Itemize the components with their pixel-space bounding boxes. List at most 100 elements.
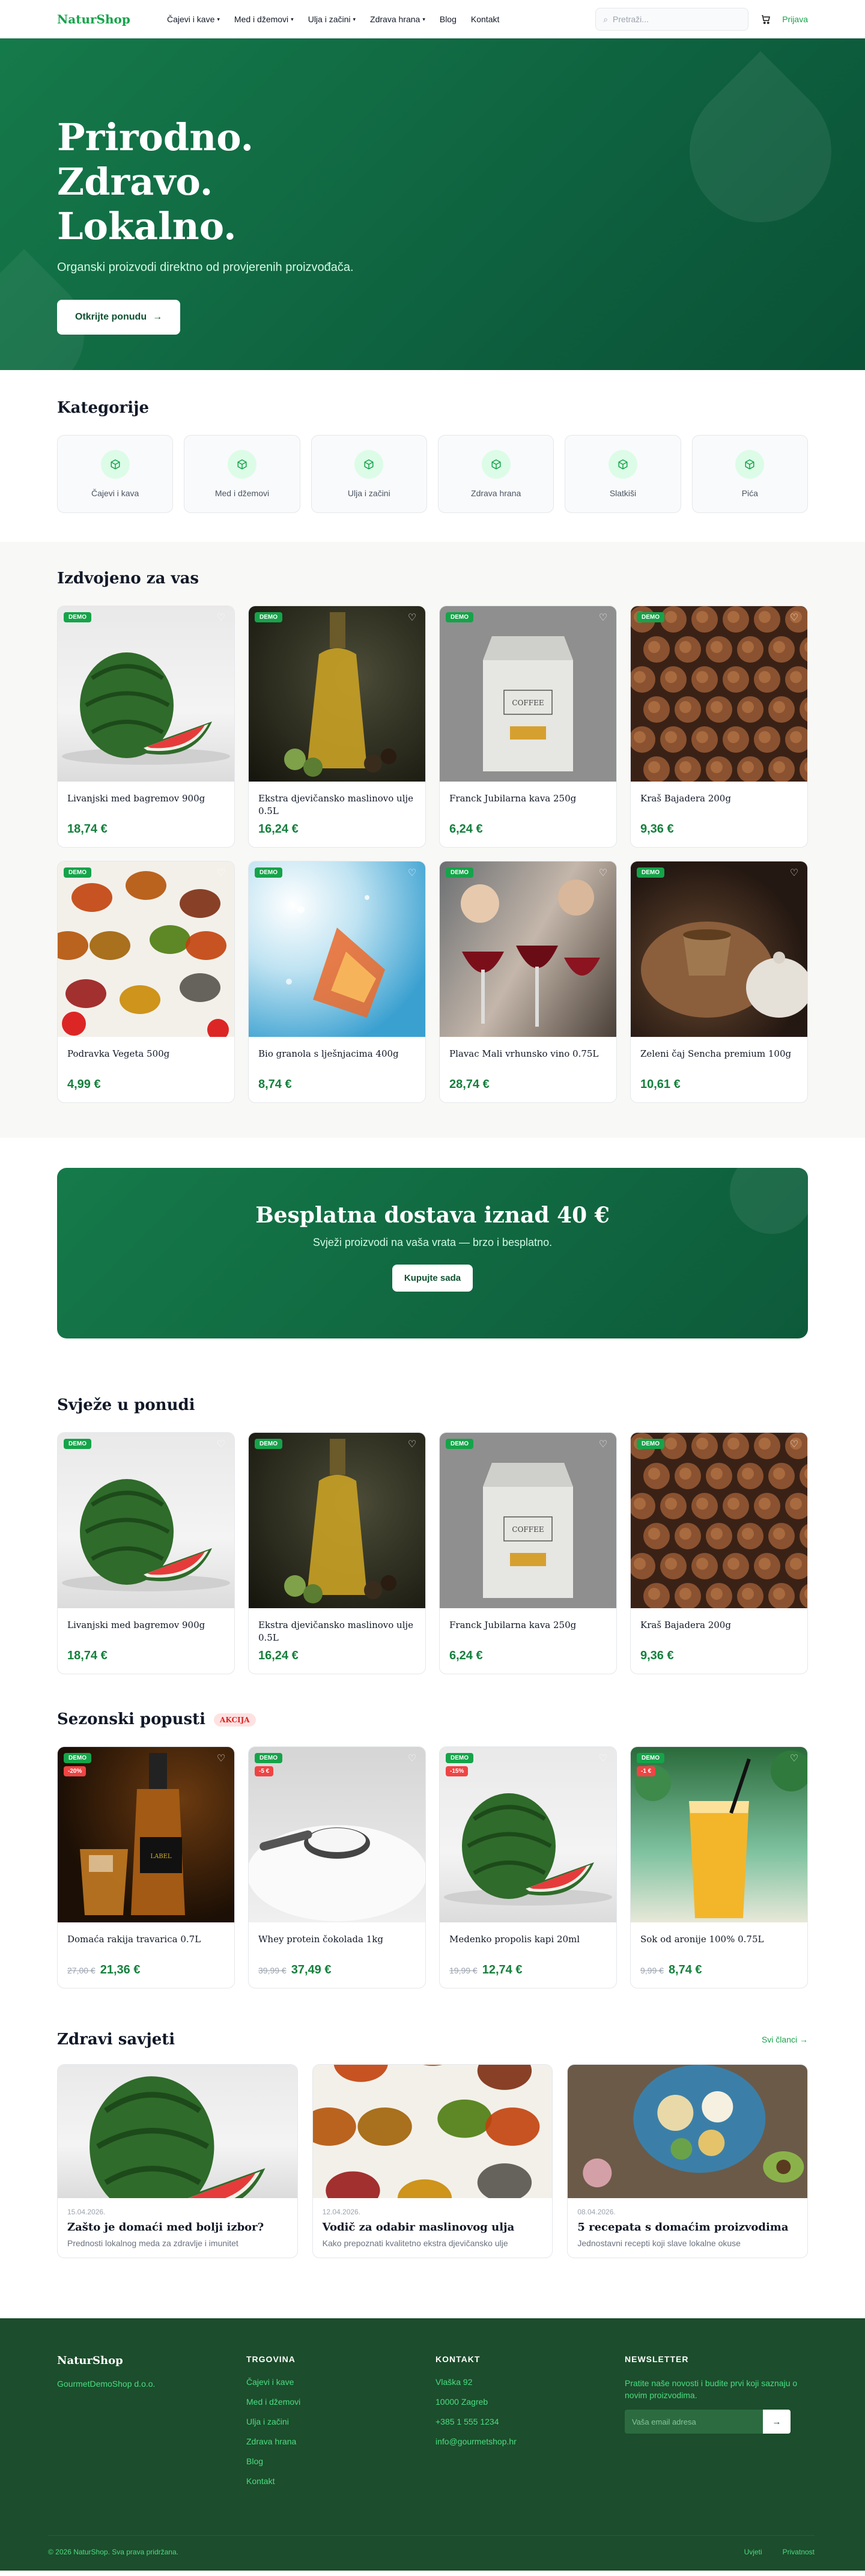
old-price: 9,99 € xyxy=(640,1966,664,1975)
heart-icon[interactable]: ♡ xyxy=(788,612,800,624)
promo-cta-button[interactable]: Kupujte sada xyxy=(392,1265,473,1292)
product-card[interactable]: DEMO ♡ Ekstra djevičansko maslinovo ulje 0… xyxy=(248,606,426,848)
heart-icon[interactable]: ♡ xyxy=(406,867,418,879)
product-card[interactable]: COFFEE DEMO ♡ Franck Jubilarna kava 250g 6,2… xyxy=(439,606,617,848)
footer-company: GourmetDemoShop d.o.o. xyxy=(57,2379,156,2389)
demo-badge: DEMO xyxy=(637,867,664,878)
discount-badge: -5 € xyxy=(255,1766,274,1776)
nav-item[interactable]: Čajevi i kave ▾ xyxy=(167,14,220,24)
cart-icon[interactable] xyxy=(760,14,774,25)
sale-tag: AKCIJA xyxy=(214,1713,256,1727)
heart-icon[interactable]: ♡ xyxy=(406,612,418,624)
box-icon xyxy=(608,450,637,479)
category-card[interactable]: Zdrava hrana xyxy=(437,435,554,513)
category-card[interactable]: Čajevi i kava xyxy=(57,435,174,513)
product-card[interactable]: DEMO ♡ Livanjski med bagremov 900g 18,74 € xyxy=(57,606,235,848)
footer-link[interactable]: Čajevi i kave xyxy=(246,2377,436,2387)
heart-icon[interactable]: ♡ xyxy=(215,867,227,879)
product-card[interactable]: DEMO ♡ Zeleni čaj Sencha premium 100g 10,61… xyxy=(630,861,808,1103)
heart-icon[interactable]: ♡ xyxy=(215,1753,227,1765)
product-image: DEMO ♡ xyxy=(58,861,234,1037)
all-articles-link[interactable]: Svi članci → xyxy=(762,2035,808,2044)
footer-link[interactable]: Kontakt xyxy=(246,2476,436,2486)
product-card[interactable]: DEMO -15% ♡ Medenko propolis kapi 20ml 19,99… xyxy=(439,1746,617,1988)
heart-icon[interactable]: ♡ xyxy=(597,867,609,879)
demo-badge: DEMO xyxy=(637,1439,664,1449)
product-card[interactable]: DEMO ♡ Kraš Bajadera 200g 9,36 € xyxy=(630,606,808,848)
nav-item[interactable]: Zdrava hrana ▾ xyxy=(370,14,425,24)
product-card[interactable]: DEMO -1 € ♡ Sok od aronije 100% 0.75L 9,99 €… xyxy=(630,1746,808,1988)
old-price: 39,99 € xyxy=(258,1966,287,1975)
footer-link[interactable]: Ulja i začini xyxy=(246,2417,436,2426)
product-card[interactable]: DEMO ♡ Podravka Vegeta 500g 4,99 € xyxy=(57,861,235,1103)
heart-icon[interactable]: ♡ xyxy=(597,1753,609,1765)
fresh-section: Svježe u ponudi DEMO ♡ Livanjski med bagre… xyxy=(0,1372,865,1686)
product-card[interactable]: DEMO ♡ Livanjski med bagremov 900g 18,74 € xyxy=(57,1432,235,1674)
product-price: 28,74 € xyxy=(449,1078,607,1092)
product-image: DEMO -5 € ♡ xyxy=(249,1747,425,1922)
product-name: Whey protein čokolada 1kg xyxy=(258,1934,383,1945)
section-title-text: Sezonski popusti xyxy=(57,1710,206,1728)
hero-cta-button[interactable]: Otkrijte ponudu → xyxy=(57,300,181,335)
product-card[interactable]: LABEL DEMO -20% ♡ Domaća rakija travarica 0.… xyxy=(57,1746,235,1988)
newsletter-email-input[interactable]: Vaša email adresa xyxy=(625,2410,763,2434)
heart-icon[interactable]: ♡ xyxy=(597,1439,609,1451)
heart-icon[interactable]: ♡ xyxy=(788,867,800,879)
search-input[interactable]: ⌕ Pretraži... xyxy=(595,8,749,31)
chevron-down-icon: ▾ xyxy=(422,16,425,22)
current-price: 28,74 € xyxy=(449,1078,490,1091)
category-label: Ulja i začini xyxy=(347,488,390,498)
heart-icon[interactable]: ♡ xyxy=(788,1753,800,1765)
nav-item[interactable]: Kontakt xyxy=(471,14,499,24)
current-price: 8,74 € xyxy=(668,1963,702,1976)
product-image: DEMO ♡ xyxy=(58,606,234,782)
blog-card[interactable]: 15.04.2026. Zašto je domaći med bolji izb… xyxy=(57,2064,298,2258)
current-price: 4,99 € xyxy=(67,1078,101,1091)
footer-bottom-link[interactable]: Privatnost xyxy=(783,2548,815,2556)
heart-icon[interactable]: ♡ xyxy=(788,1439,800,1451)
footer-link[interactable]: Zdrava hrana xyxy=(246,2437,436,2446)
blog-date: 08.04.2026. xyxy=(577,2208,616,2216)
nav-item[interactable]: Ulja i začini ▾ xyxy=(308,14,356,24)
heart-icon[interactable]: ♡ xyxy=(215,1439,227,1451)
product-card[interactable]: DEMO ♡ Plavac Mali vrhunsko vino 0.75L 28,7… xyxy=(439,861,617,1103)
current-price: 12,74 € xyxy=(482,1963,523,1976)
footer-bottom-link[interactable]: Uvjeti xyxy=(744,2548,762,2556)
nav-item[interactable]: Blog xyxy=(440,14,457,24)
product-name: Franck Jubilarna kava 250g xyxy=(449,793,577,804)
newsletter-submit-button[interactable]: → xyxy=(763,2410,791,2434)
demo-badge: DEMO xyxy=(446,1439,473,1449)
category-label: Pića xyxy=(741,488,758,498)
heart-icon[interactable]: ♡ xyxy=(215,612,227,624)
product-price: 9,99 € 8,74 € xyxy=(640,1963,798,1977)
category-card[interactable]: Slatkiši xyxy=(565,435,681,513)
heart-icon[interactable]: ♡ xyxy=(406,1753,418,1765)
site-logo[interactable]: NaturShop xyxy=(57,12,167,26)
footer-link[interactable]: Blog xyxy=(246,2456,436,2466)
product-card[interactable]: DEMO -5 € ♡ Whey protein čokolada 1kg 39,99 … xyxy=(248,1746,426,1988)
product-card[interactable]: COFFEE DEMO ♡ Franck Jubilarna kava 250g 6,2… xyxy=(439,1432,617,1674)
footer-link[interactable]: Med i džemovi xyxy=(246,2397,436,2407)
footer-heading: KONTAKT xyxy=(436,2354,481,2364)
demo-badge: DEMO xyxy=(64,1753,91,1763)
blog-card[interactable]: 12.04.2026. Vodič za odabir maslinovog ul… xyxy=(312,2064,553,2258)
product-image: DEMO ♡ xyxy=(631,861,807,1037)
footer-logo[interactable]: NaturShop xyxy=(57,2354,246,2367)
heart-icon[interactable]: ♡ xyxy=(406,1439,418,1451)
category-card[interactable]: Med i džemovi xyxy=(184,435,300,513)
category-card[interactable]: Ulja i začini xyxy=(311,435,427,513)
blog-excerpt: Kako prepoznati kvalitetno ekstra djevič… xyxy=(322,2238,508,2248)
section-title: Sezonski popusti AKCIJA xyxy=(57,1710,808,1728)
blog-card[interactable]: 08.04.2026. 5 recepata s domaćim proizvod… xyxy=(567,2064,808,2258)
product-card[interactable]: DEMO ♡ Ekstra djevičansko maslinovo ulje 0… xyxy=(248,1432,426,1674)
product-card[interactable]: DEMO ♡ Bio granola s lješnjacima 400g 8,74 … xyxy=(248,861,426,1103)
hero-cta-label: Otkrijte ponudu xyxy=(75,312,147,322)
nav-item[interactable]: Med i džemovi ▾ xyxy=(234,14,294,24)
login-link[interactable]: Prijava xyxy=(782,14,808,24)
current-price: 16,24 € xyxy=(258,822,299,836)
category-card[interactable]: Pića xyxy=(691,435,808,513)
product-card[interactable]: DEMO ♡ Kraš Bajadera 200g 9,36 € xyxy=(630,1432,808,1674)
search-icon: ⌕ xyxy=(603,14,609,24)
product-price: 10,61 € xyxy=(640,1078,798,1092)
heart-icon[interactable]: ♡ xyxy=(597,612,609,624)
